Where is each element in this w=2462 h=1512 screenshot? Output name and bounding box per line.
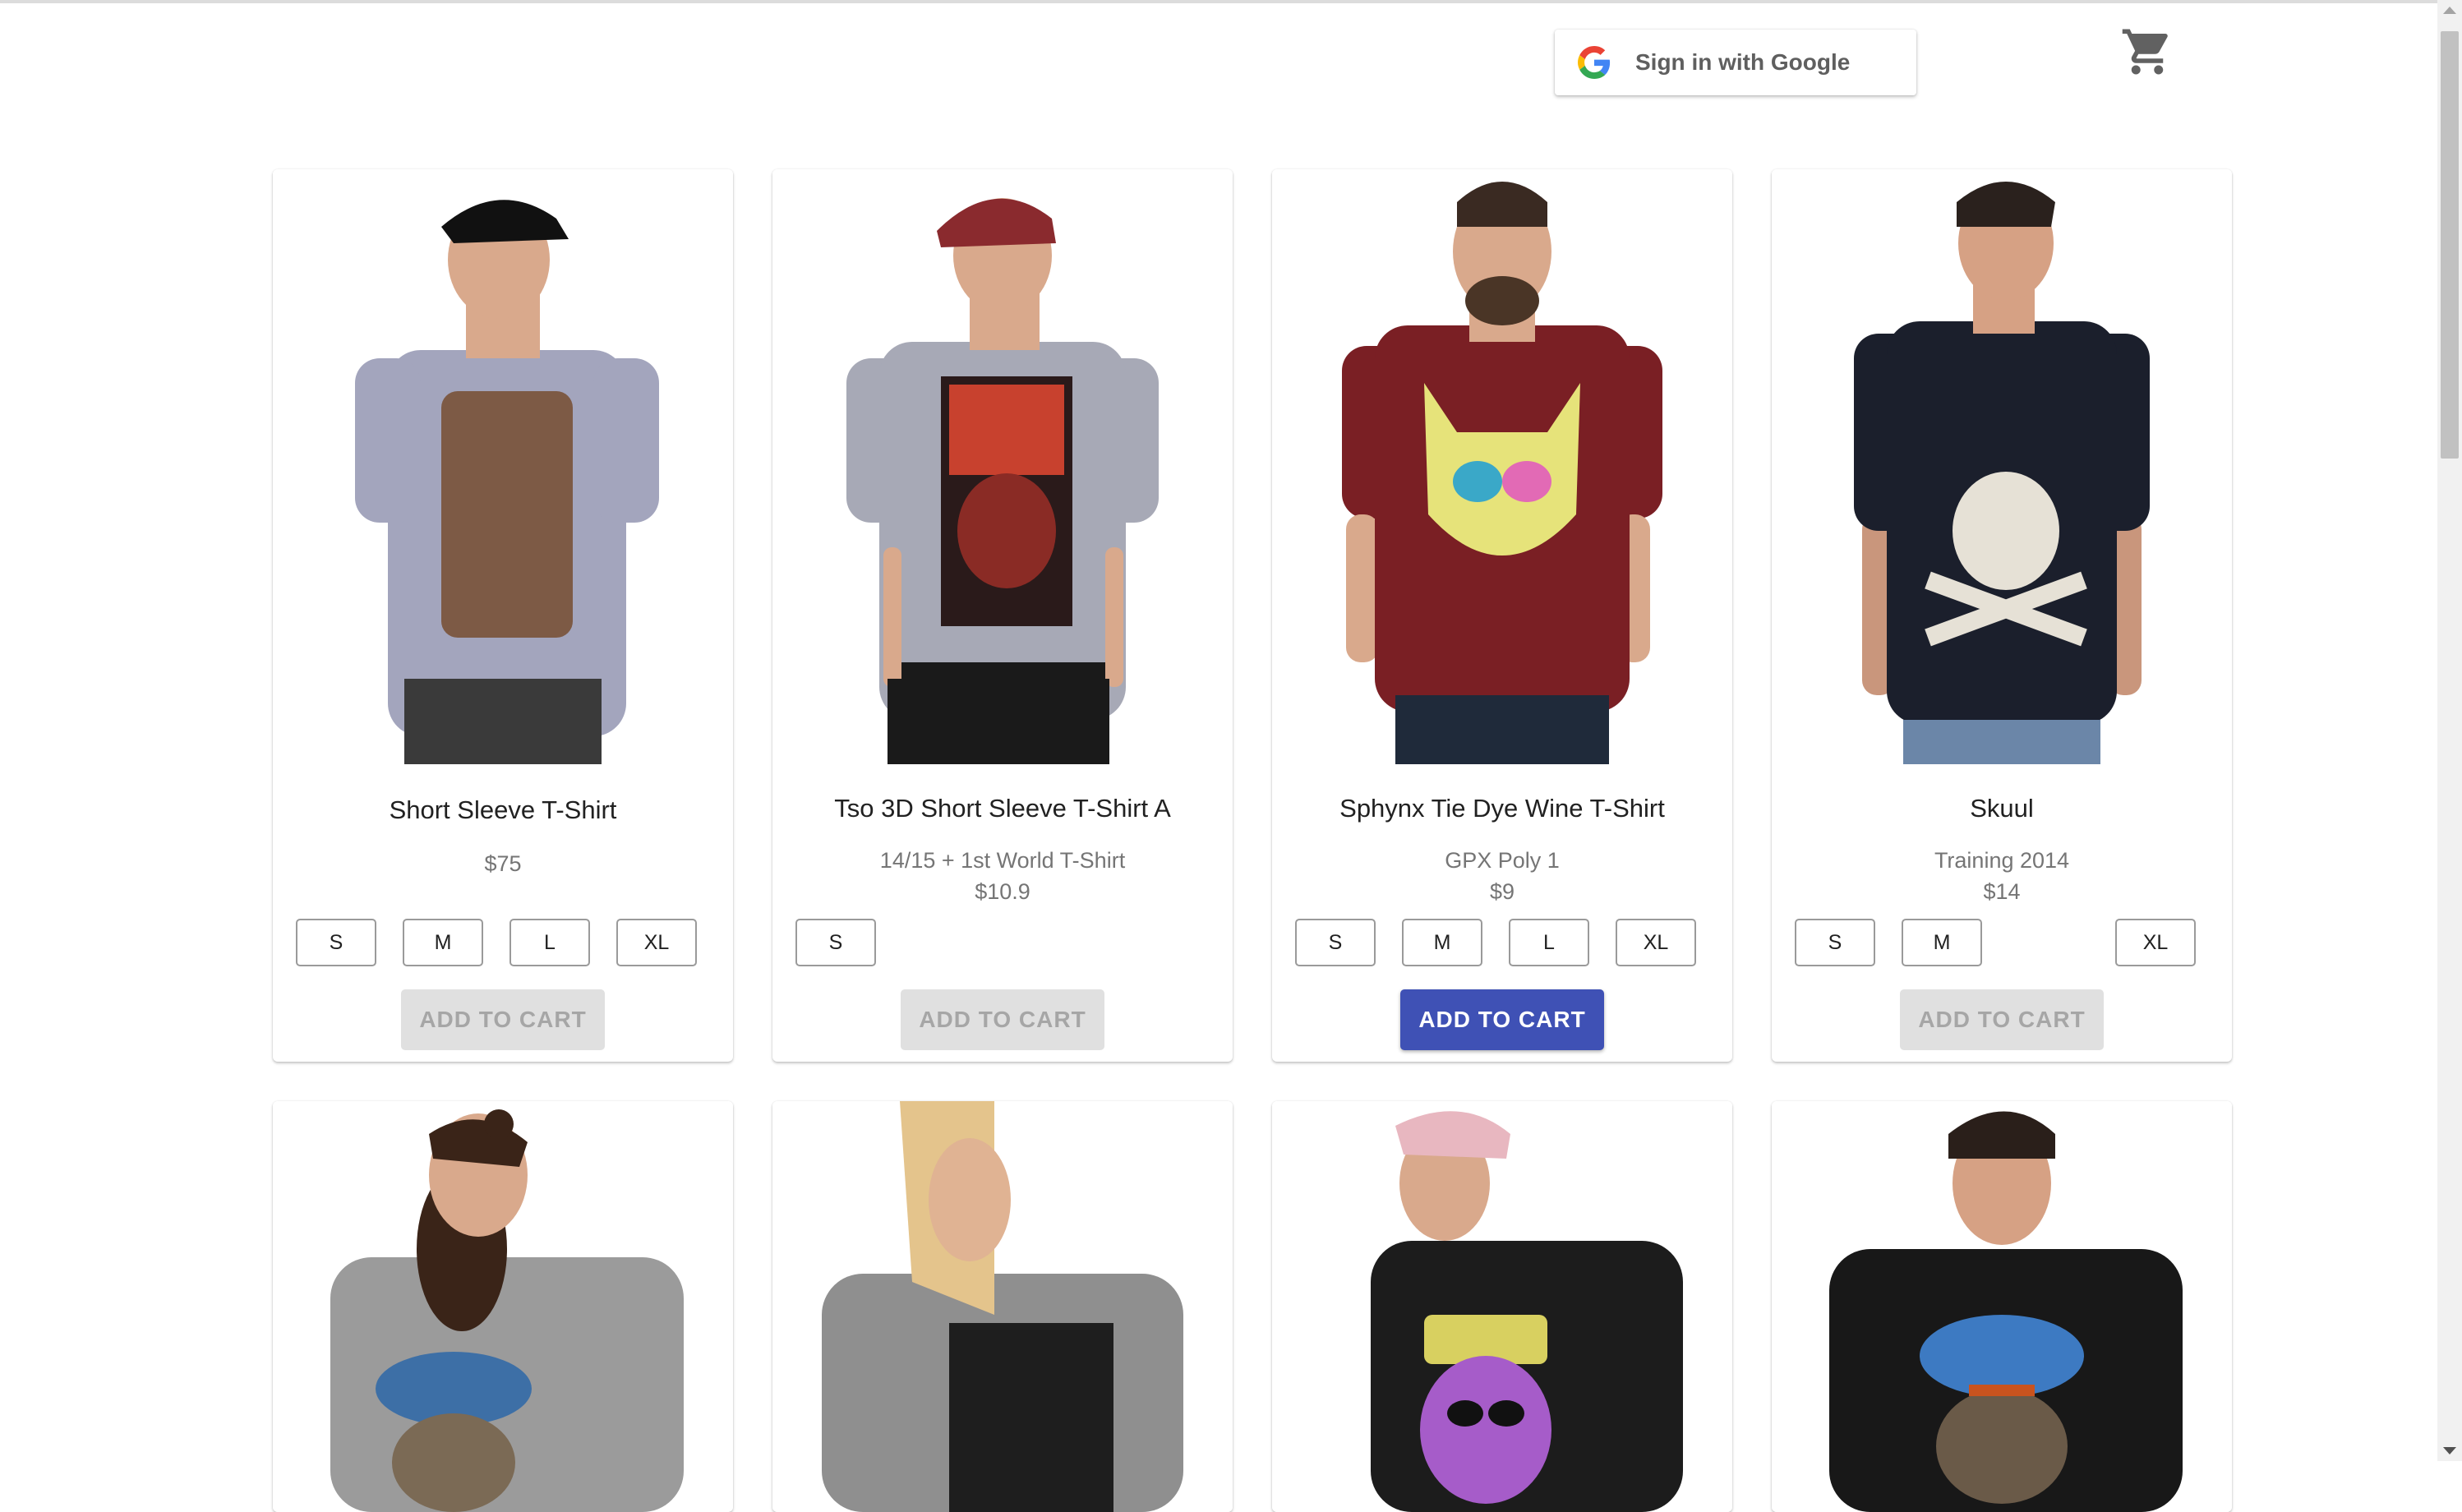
- product-card: Short Sleeve T-Shirt $75 S M L XL ADD TO…: [273, 169, 733, 1062]
- product-card: [273, 1101, 733, 1512]
- product-name: Tso 3D Short Sleeve T-Shirt A: [834, 794, 1171, 823]
- product-card: [1272, 1101, 1732, 1512]
- product-image: [1272, 1101, 1732, 1512]
- google-g-icon: [1578, 46, 1611, 79]
- product-image: [1772, 169, 2232, 764]
- add-to-cart-button[interactable]: ADD TO CART: [1400, 989, 1604, 1050]
- product-name: Skuul: [1970, 794, 2034, 823]
- size-button-s[interactable]: S: [1295, 919, 1376, 966]
- size-button-l[interactable]: L: [1509, 919, 1589, 966]
- product-price: $9: [1489, 879, 1515, 904]
- size-button-xl[interactable]: XL: [2115, 919, 2196, 966]
- size-button-m[interactable]: M: [1402, 919, 1482, 966]
- product-card: [772, 1101, 1233, 1512]
- size-button-s[interactable]: S: [1795, 919, 1875, 966]
- google-signin-button[interactable]: Sign in with Google: [1555, 30, 1916, 95]
- size-button-xl[interactable]: XL: [1616, 919, 1696, 966]
- add-to-cart-button[interactable]: ADD TO CART: [901, 989, 1104, 1050]
- scrollbar-thumb[interactable]: [2441, 31, 2459, 459]
- product-name: Sphynx Tie Dye Wine T-Shirt: [1339, 794, 1665, 823]
- product-image: [273, 1101, 733, 1512]
- product-card: Sphynx Tie Dye Wine T-Shirt GPX Poly 1 $…: [1272, 169, 1732, 1062]
- page-scrollbar[interactable]: [2437, 0, 2462, 1461]
- size-button-s[interactable]: S: [795, 919, 876, 966]
- product-image: [1772, 1101, 2232, 1512]
- size-button-xl[interactable]: XL: [616, 919, 697, 966]
- top-border: [0, 0, 2437, 3]
- product-style: 14/15 + 1st World T-Shirt: [879, 848, 1126, 873]
- product-price: $14: [1983, 879, 2021, 904]
- product-price: $10.9: [975, 879, 1030, 904]
- size-button-m[interactable]: M: [403, 919, 483, 966]
- size-button-m[interactable]: M: [1902, 919, 1982, 966]
- signin-label: Sign in with Google: [1635, 49, 1851, 75]
- product-card: Skuul Training 2014 $14 S M XL ADD TO CA…: [1772, 169, 2232, 1062]
- add-to-cart-button[interactable]: ADD TO CART: [1900, 989, 2104, 1050]
- size-button-s[interactable]: S: [296, 919, 376, 966]
- product-image: [1272, 169, 1732, 764]
- add-to-cart-button[interactable]: ADD TO CART: [401, 989, 605, 1050]
- product-style: GPX Poly 1: [1445, 848, 1560, 873]
- shopping-cart-icon[interactable]: [2120, 25, 2174, 79]
- scroll-down-arrow-icon[interactable]: [2443, 1447, 2456, 1454]
- product-image: [772, 1101, 1233, 1512]
- size-button-l[interactable]: L: [509, 919, 590, 966]
- product-name: Short Sleeve T-Shirt: [389, 795, 617, 824]
- product-card: Tso 3D Short Sleeve T-Shirt A 14/15 + 1s…: [772, 169, 1233, 1062]
- product-price: $75: [484, 851, 522, 876]
- scroll-up-arrow-icon[interactable]: [2443, 7, 2456, 14]
- product-style: Training 2014: [1934, 848, 2070, 873]
- product-image: [772, 169, 1233, 764]
- product-image: [273, 169, 733, 764]
- product-card: [1772, 1101, 2232, 1512]
